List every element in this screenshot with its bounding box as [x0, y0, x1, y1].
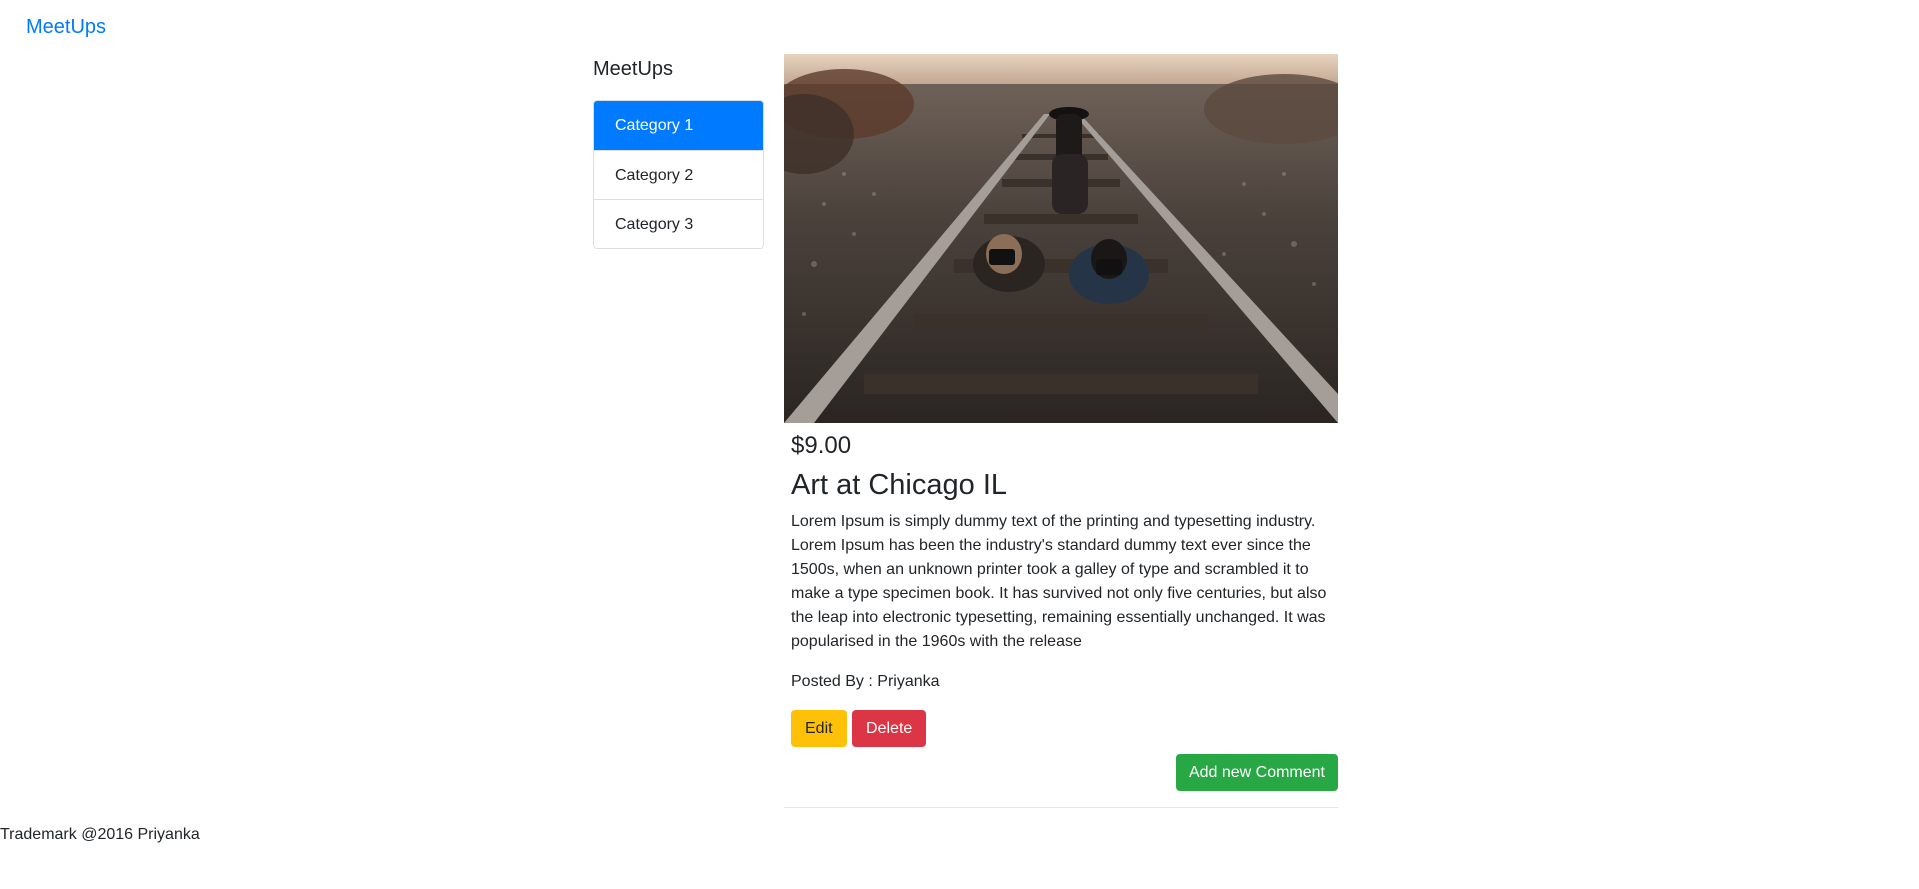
event-card-body: $9.00 Art at Chicago IL Lorem Ipsum is s… — [784, 431, 1338, 808]
category-list: Category 1 Category 2 Category 3 — [593, 100, 764, 249]
comment-row: Add new Comment — [791, 754, 1338, 791]
sidebar-title: MeetUps — [593, 58, 674, 80]
event-description: Lorem Ipsum is simply dummy text of the … — [791, 513, 1327, 650]
event-card: $9.00 Art at Chicago IL Lorem Ipsum is s… — [784, 54, 1338, 816]
edit-button[interactable]: Edit — [791, 710, 847, 747]
sidebar-item-category-3[interactable]: Category 3 — [594, 199, 763, 248]
sidebar-item-category-2[interactable]: Category 2 — [594, 150, 763, 199]
event-price: $9.00 — [791, 432, 852, 459]
navbar-brand-link[interactable]: MeetUps — [26, 14, 106, 40]
event-actions: Edit Delete — [791, 710, 1331, 747]
event-photo — [784, 54, 1338, 423]
sidebar-item-category-1[interactable]: Category 1 — [594, 101, 763, 150]
card-divider — [784, 807, 1338, 808]
delete-button[interactable]: Delete — [852, 710, 927, 747]
add-comment-button[interactable]: Add new Comment — [1175, 754, 1338, 791]
event-title: Art at Chicago IL — [791, 469, 1007, 501]
posted-by: Posted By : Priyanka — [791, 673, 940, 690]
railway-photographers-illustration — [784, 54, 1338, 423]
footer-trademark: Trademark @2016 Priyanka — [0, 826, 200, 843]
sidebar: MeetUps Category 1 Category 2 Category 3 — [593, 56, 764, 249]
